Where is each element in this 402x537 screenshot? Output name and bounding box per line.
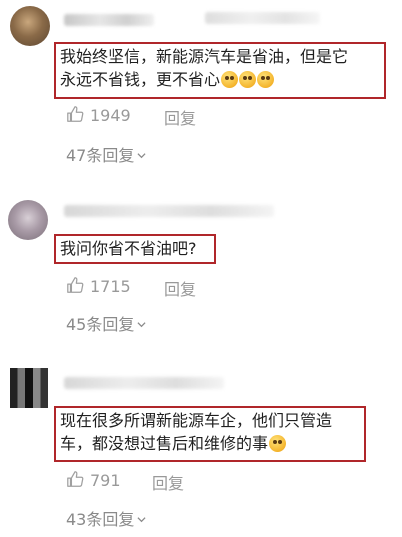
comment-text-box: 现在很多所谓新能源车企，他们只管造 车，都没想过售后和维修的事 — [54, 406, 366, 462]
like-button[interactable]: 1949 — [66, 105, 131, 125]
facepalm-emoji-icon — [221, 71, 239, 88]
username-blurred[interactable] — [64, 377, 224, 389]
more-replies-label: 45条回复 — [66, 315, 135, 334]
like-count: 1715 — [90, 277, 131, 296]
more-replies-link[interactable]: 47条回复 — [66, 142, 146, 166]
reply-button[interactable]: 回复 — [152, 470, 184, 494]
more-replies-label: 47条回复 — [66, 146, 135, 165]
comment-text-line2: 永远不省钱，更不省心 — [60, 70, 221, 89]
like-button[interactable]: 1715 — [66, 276, 131, 296]
more-replies-link[interactable]: 43条回复 — [66, 506, 146, 530]
avatar[interactable] — [10, 6, 50, 46]
avatar[interactable] — [8, 200, 48, 240]
thumbs-up-icon — [67, 471, 84, 487]
avatar[interactable] — [10, 368, 48, 408]
username-blurred[interactable] — [64, 14, 154, 26]
facepalm-emoji-icon — [257, 71, 275, 88]
meta-blurred — [205, 12, 320, 24]
like-count: 791 — [90, 471, 121, 490]
reply-button[interactable]: 回复 — [164, 276, 196, 300]
thumbs-up-icon — [67, 106, 84, 122]
like-button[interactable]: 791 — [66, 470, 121, 490]
smirk-emoji-icon — [269, 435, 287, 452]
chevron-down-icon — [137, 322, 146, 328]
chevron-down-icon — [137, 153, 146, 159]
like-count: 1949 — [90, 106, 131, 125]
more-replies-link[interactable]: 45条回复 — [66, 311, 146, 335]
username-blurred[interactable] — [64, 205, 274, 217]
reply-button[interactable]: 回复 — [164, 105, 196, 129]
comment-text-line1: 现在很多所谓新能源车企，他们只管造 — [60, 411, 333, 430]
comment-text-box: 我始终坚信，新能源汽车是省油，但是它 永远不省钱，更不省心 — [54, 42, 386, 99]
more-replies-label: 43条回复 — [66, 510, 135, 529]
facepalm-emoji-icon — [239, 71, 257, 88]
thumbs-up-icon — [67, 277, 84, 293]
comment-text-line1: 我始终坚信，新能源汽车是省油，但是它 — [60, 47, 349, 66]
comment-text-box: 我问你省不省油吧? — [54, 234, 216, 264]
comment-text-line1: 我问你省不省油吧? — [60, 239, 197, 258]
comment-text-line2: 车，都没想过售后和维修的事 — [60, 434, 269, 453]
chevron-down-icon — [137, 517, 146, 523]
